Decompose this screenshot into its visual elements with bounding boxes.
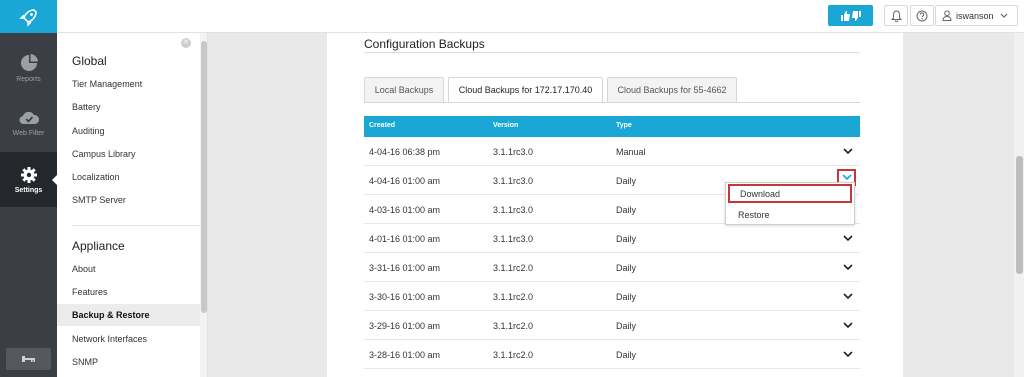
user-menu[interactable]: iswanson <box>935 5 1018 26</box>
panel-scrollbar-thumb[interactable] <box>201 41 207 313</box>
app-logo[interactable] <box>0 0 57 33</box>
rail-item-settings[interactable]: Settings <box>0 152 58 207</box>
table-row[interactable]: 3-29-16 01:00 am 3.1.1rc2.0 Daily <box>364 311 860 340</box>
row-actions-menu: Download Restore <box>725 182 855 225</box>
cell-version: 3.1.1rc3.0 <box>493 234 534 244</box>
cell-type: Daily <box>616 263 637 273</box>
page-title: Configuration Backups <box>364 37 485 51</box>
chevron-down-icon[interactable] <box>842 145 854 157</box>
notifications-button[interactable] <box>884 5 908 26</box>
cell-created: 3-28-16 01:00 am <box>369 350 441 360</box>
column-header-version[interactable]: Version <box>493 122 518 129</box>
user-icon <box>942 10 952 21</box>
tab-cloud-backups-ip[interactable]: Cloud Backups for 172.17.170.40 <box>448 77 603 103</box>
cell-created: 3-31-16 01:00 am <box>369 263 441 273</box>
section-title-appliance: Appliance <box>72 239 125 253</box>
chevron-down-icon[interactable] <box>842 232 854 244</box>
cell-version: 3.1.1rc2.0 <box>493 292 534 302</box>
collapse-button[interactable] <box>6 348 51 370</box>
tab-local-backups[interactable]: Local Backups <box>364 77 444 102</box>
nav-item-backup-restore[interactable]: Backup & Restore <box>57 304 200 326</box>
column-header-type[interactable]: Type <box>616 122 632 129</box>
nav-item-battery[interactable]: Battery <box>57 96 200 118</box>
cell-version: 3.1.1rc3.0 <box>493 147 534 157</box>
cell-created: 4-04-16 01:00 am <box>369 176 441 186</box>
table-row[interactable]: 3-28-16 01:00 am 3.1.1rc2.0 Daily <box>364 340 860 369</box>
menu-item-restore[interactable]: Restore <box>726 205 854 225</box>
cloud-check-icon <box>18 111 39 124</box>
feedback-button[interactable] <box>828 5 873 26</box>
cell-type: Daily <box>616 234 637 244</box>
chevron-down-icon[interactable] <box>842 348 854 360</box>
table-row[interactable]: 3-30-16 01:00 am 3.1.1rc2.0 Daily <box>364 282 860 311</box>
divider <box>72 225 200 226</box>
nav-item-network-interfaces[interactable]: Network Interfaces <box>57 328 200 350</box>
cell-version: 3.1.1rc2.0 <box>493 321 534 331</box>
settings-nav-panel: ✕ Global Tier Management Battery Auditin… <box>57 33 208 377</box>
tab-cloud-backups-serial[interactable]: Cloud Backups for 55-4662 <box>607 77 737 102</box>
cell-version: 3.1.1rc2.0 <box>493 263 534 273</box>
rocket-icon <box>18 8 37 27</box>
page-scrollbar-thumb[interactable] <box>1016 156 1023 274</box>
tabs-underline <box>364 102 860 103</box>
chevron-down-icon[interactable] <box>842 261 854 273</box>
bell-icon <box>890 9 902 22</box>
key-icon <box>21 356 35 362</box>
nav-item-smtp-server[interactable]: SMTP Server <box>57 189 200 211</box>
thumbs-up-down-icon <box>840 10 861 21</box>
configuration-backups-card: Configuration Backups Local Backups Clou… <box>327 33 903 377</box>
rail-item-web-filter[interactable]: Web Filter <box>0 95 57 150</box>
top-bar: iswanson <box>57 0 1024 33</box>
chevron-down-icon[interactable] <box>842 319 854 331</box>
cell-version: 3.1.1rc3.0 <box>493 205 534 215</box>
cell-created: 4-04-16 06:38 pm <box>369 147 441 157</box>
cell-created: 4-01-16 01:00 am <box>369 234 441 244</box>
nav-item-features[interactable]: Features <box>57 281 200 303</box>
cell-version: 3.1.1rc2.0 <box>493 350 534 360</box>
rail-label: Settings <box>14 186 43 194</box>
table-row[interactable]: 4-01-16 01:00 am 3.1.1rc3.0 Daily <box>364 224 860 253</box>
help-icon <box>916 10 928 21</box>
rail-label: Reports <box>16 75 41 83</box>
cell-type: Daily <box>616 176 637 186</box>
chevron-down-icon <box>1000 13 1007 18</box>
table-row[interactable]: 4-04-16 06:38 pm 3.1.1rc3.0 Manual <box>364 137 860 166</box>
table-row[interactable]: 3-31-16 01:00 am 3.1.1rc2.0 Daily <box>364 253 860 282</box>
cell-type: Daily <box>616 321 637 331</box>
gear-icon <box>20 166 37 183</box>
nav-item-snmp[interactable]: SNMP <box>57 351 200 373</box>
cell-created: 3-29-16 01:00 am <box>369 321 441 331</box>
divider <box>364 52 860 53</box>
pie-chart-icon <box>20 53 38 71</box>
table-header: Created Version Type <box>364 116 860 137</box>
cell-type: Daily <box>616 205 637 215</box>
cell-type: Manual <box>616 147 646 157</box>
column-header-created[interactable]: Created <box>369 122 395 129</box>
rail-item-reports[interactable]: Reports <box>0 40 57 95</box>
cell-version: 3.1.1rc3.0 <box>493 176 534 186</box>
cell-type: Daily <box>616 350 637 360</box>
nav-item-campus-library[interactable]: Campus Library <box>57 143 200 165</box>
nav-item-about[interactable]: About <box>57 258 200 280</box>
nav-item-auditing[interactable]: Auditing <box>57 120 200 142</box>
cell-type: Daily <box>616 292 637 302</box>
cell-created: 4-03-16 01:00 am <box>369 205 441 215</box>
nav-item-localization[interactable]: Localization <box>57 166 200 188</box>
chevron-down-icon[interactable] <box>842 290 854 302</box>
section-title-global: Global <box>72 54 107 68</box>
app-rail: Reports Web Filter Settings <box>0 0 58 377</box>
username: iswanson <box>956 10 994 21</box>
nav-item-tier-management[interactable]: Tier Management <box>57 73 200 95</box>
cell-created: 3-30-16 01:00 am <box>369 292 441 302</box>
help-button[interactable] <box>910 5 934 26</box>
close-icon[interactable]: ✕ <box>181 38 191 48</box>
rail-label: Web Filter <box>12 129 45 137</box>
menu-item-download[interactable]: Download <box>728 184 852 203</box>
